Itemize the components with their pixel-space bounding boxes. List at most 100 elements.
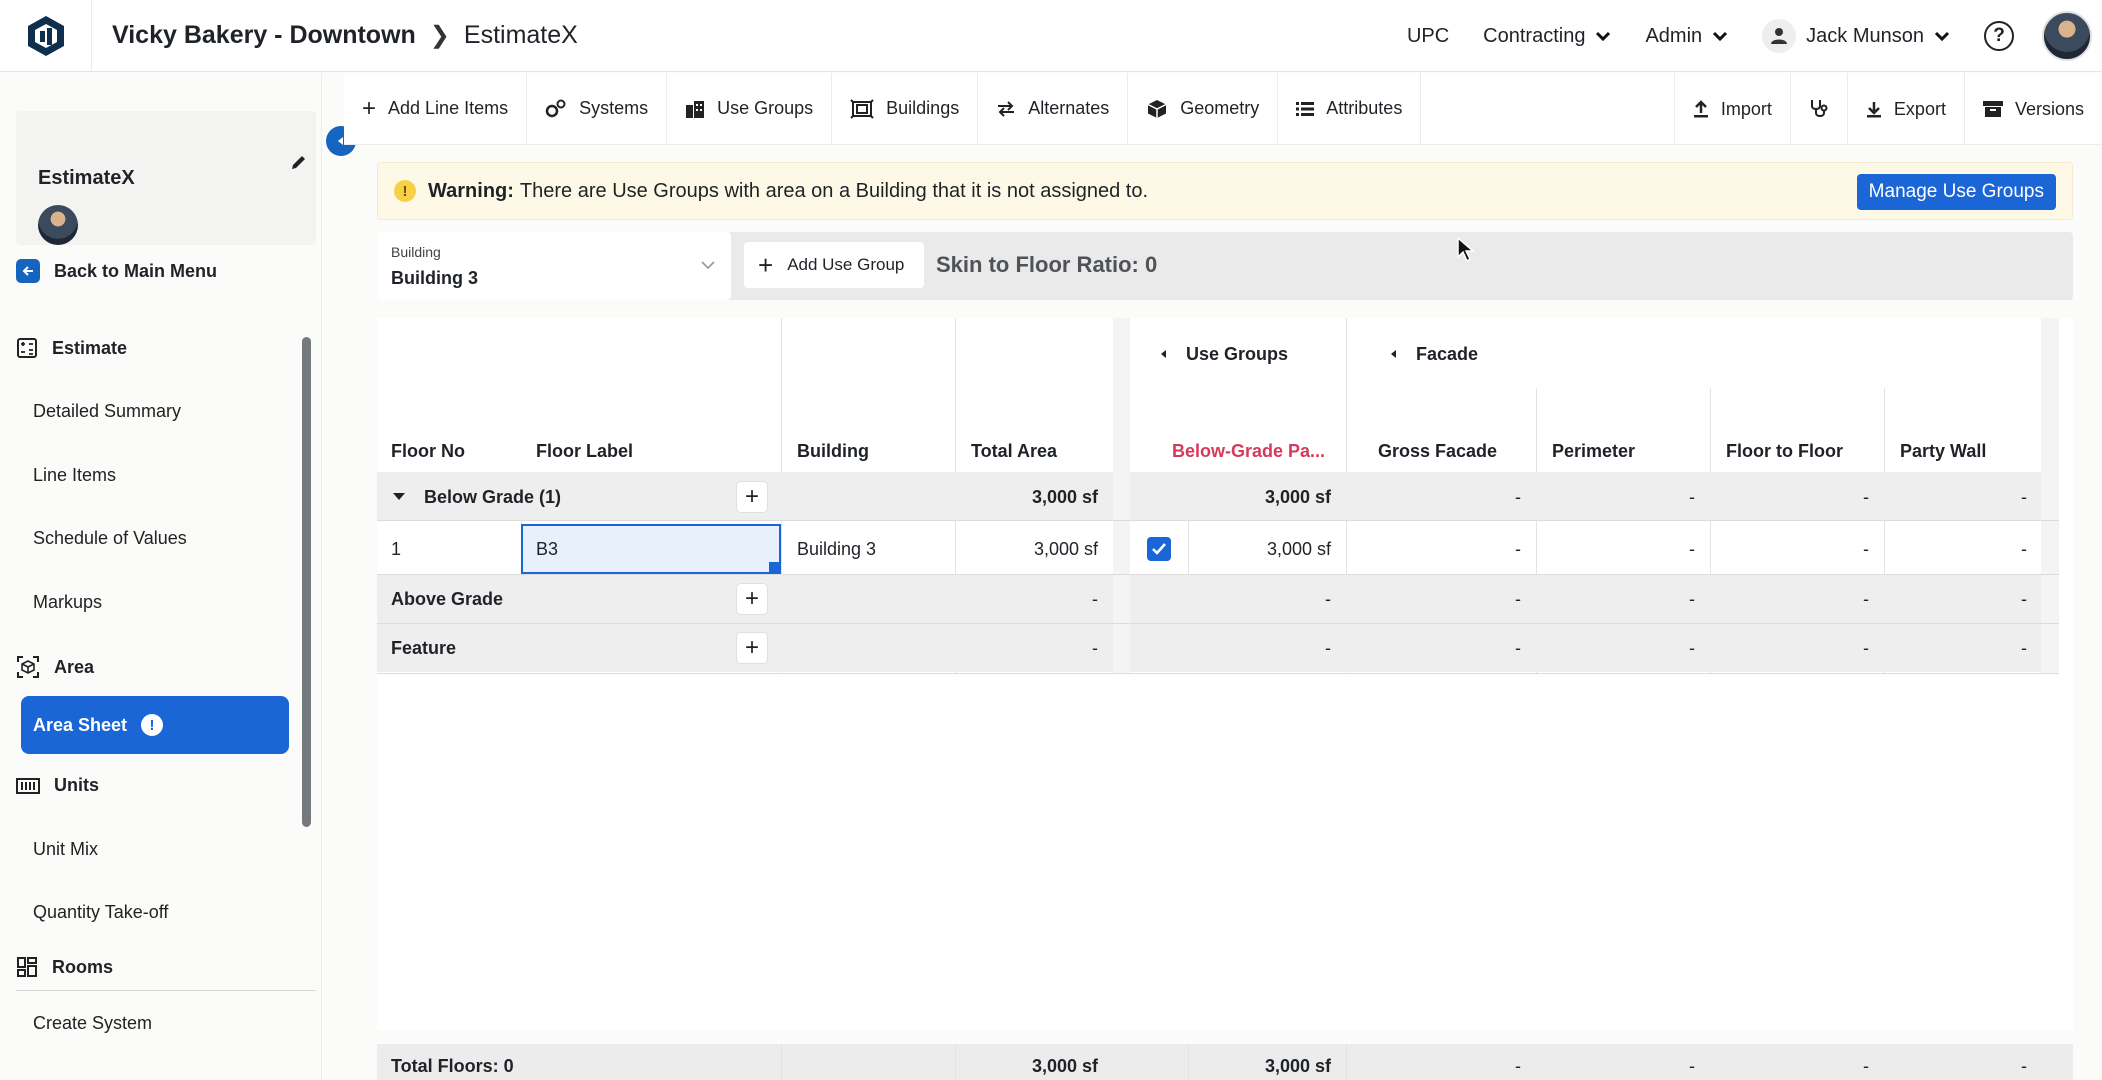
upc-link[interactable]: UPC [1407,25,1449,48]
footer-perimeter: - [1689,1055,1695,1076]
row1-party-wall[interactable]: - [1884,536,2027,562]
use-groups-group-label: Use Groups [1186,343,1289,364]
avatar[interactable] [2042,11,2092,61]
sidebar-divider [16,990,316,991]
chevron-down-icon [1596,31,1611,42]
use-groups-button[interactable]: Use Groups [667,72,833,145]
breadcrumb-project[interactable]: Vicky Bakery - Downtown [112,21,416,50]
row1-floor-label[interactable]: B3 [536,536,558,562]
building-select[interactable]: Building Building 3 [377,232,731,300]
col-header-floor-label[interactable]: Floor Label [536,438,633,464]
group-header-use-groups[interactable]: Use Groups [1158,342,1288,366]
breadcrumb-app[interactable]: EstimateX [464,21,578,50]
nav-markups[interactable]: Markups [33,592,102,613]
add-use-group-button[interactable]: + Add Use Group [744,242,924,288]
toolbar: + Add Line Items Systems Use Groups Build… [344,72,2102,145]
help-icon[interactable]: ? [1984,21,2014,51]
nav-line-items[interactable]: Line Items [33,465,116,486]
row1-use-group-checkbox[interactable] [1147,537,1171,561]
manage-use-groups-button[interactable]: Manage Use Groups [1856,174,2056,210]
group-header-facade[interactable]: Facade [1388,342,1478,366]
cube-scan-icon [17,656,39,678]
chevron-right-icon: ❯ [429,22,450,49]
gears-icon [545,99,566,117]
row1-ug-area[interactable]: 3,000 sf [1188,536,1331,562]
admin-menu[interactable]: Admin [1645,25,1728,48]
building-select-label: Building [391,244,441,260]
attributes-button[interactable]: Attributes [1278,72,1422,145]
contracting-label: Contracting [1483,24,1586,47]
floor-label-cell-selected[interactable] [521,524,781,574]
section-rooms[interactable]: Rooms [16,956,113,978]
add-floor-feature-button[interactable]: + [736,632,768,664]
section-estimate[interactable]: Estimate [16,337,127,359]
fill-handle[interactable] [769,562,781,574]
group-below-grade-label: Below Grade (1) [424,486,562,507]
versions-button[interactable]: Versions [1963,73,2102,145]
row1-floor-to-floor[interactable]: - [1710,536,1869,562]
back-to-main-menu[interactable]: Back to Main Menu [16,259,217,283]
stethoscope-icon [1810,100,1828,117]
col-header-floor-to-floor[interactable]: Floor to Floor [1726,438,1843,464]
col-header-perimeter[interactable]: Perimeter [1552,438,1635,464]
user-menu[interactable]: Jack Munson [1762,19,1950,53]
logo-icon [27,15,64,56]
nav-schedule-of-values[interactable]: Schedule of Values [33,528,187,549]
archive-icon [1982,101,2003,117]
footer-total-area: 3,000 sf [1031,1055,1098,1076]
col-header-total-area[interactable]: Total Area [971,438,1057,464]
import-button[interactable]: Import [1673,73,1790,145]
building-frame-icon [850,98,874,119]
upload-icon [1693,100,1708,118]
buildings-button[interactable]: Buildings [832,72,979,145]
diagnostics-button[interactable] [1789,73,1847,145]
nav-quantity-takeoff[interactable]: Quantity Take-off [33,902,168,923]
alternates-button[interactable]: Alternates [978,72,1129,145]
export-button[interactable]: Export [1846,73,1964,145]
geometry-button[interactable]: Geometry [1128,72,1279,145]
buildings-group-icon [686,100,705,118]
contracting-menu[interactable]: Contracting [1483,25,1611,48]
sidebar-scrollbar[interactable] [302,337,311,827]
warning-label: Warning: [428,179,514,202]
nav-unit-mix[interactable]: Unit Mix [33,839,98,860]
pencil-icon[interactable] [290,153,308,171]
section-area-label: Area [54,656,95,677]
col-header-floor-no[interactable]: Floor No [391,438,465,464]
nav-create-system[interactable]: Create System [33,1013,152,1034]
group-feature-label[interactable]: Feature [391,635,456,661]
col-header-below-grade[interactable]: Below-Grade Pa... [1172,438,1325,464]
systems-button[interactable]: Systems [527,72,668,145]
feature-ug-area: - [1325,637,1331,658]
group-below-grade-toggle[interactable]: Below Grade (1) [392,484,561,510]
nav-detailed-summary[interactable]: Detailed Summary [33,401,181,422]
col-header-party-wall[interactable]: Party Wall [1900,438,1986,464]
row1-perimeter[interactable]: - [1536,536,1695,562]
sidebar: EstimateX Back to Main Menu Estimate Det… [0,73,322,1080]
add-floor-above-grade-button[interactable]: + [736,583,768,615]
add-line-items-button[interactable]: + Add Line Items [344,72,528,145]
plus-icon: + [744,483,759,510]
section-units-label: Units [54,775,99,795]
row1-gross-facade[interactable]: - [1346,536,1521,562]
section-area[interactable]: Area [16,655,94,679]
plus-icon: + [744,634,759,661]
export-label: Export [1893,98,1946,119]
group-above-grade-label[interactable]: Above Grade [391,586,503,612]
nav-area-sheet[interactable]: Area Sheet ! [21,696,289,754]
row1-total-area: 3,000 sf [1033,538,1098,559]
row-divider [377,520,2059,521]
row1-floor-no[interactable]: 1 [391,536,401,562]
app-logo[interactable] [0,0,92,72]
below-grade-perimeter: - [1689,486,1695,507]
col-header-gross-facade[interactable]: Gross Facade [1378,438,1497,464]
row1-building[interactable]: Building 3 [797,536,876,562]
top-bar: Vicky Bakery - Downtown ❯ EstimateX UPC … [0,0,2102,72]
warning-banner: ! Warning: There are Use Groups with are… [377,162,2073,220]
above-grade-total-area: - [1092,588,1098,609]
col-header-building[interactable]: Building [797,438,869,464]
chevron-down-icon [701,261,715,270]
add-floor-below-grade-button[interactable]: + [736,481,768,513]
section-units[interactable]: Units [16,775,99,796]
use-groups-label: Use Groups [717,98,814,118]
